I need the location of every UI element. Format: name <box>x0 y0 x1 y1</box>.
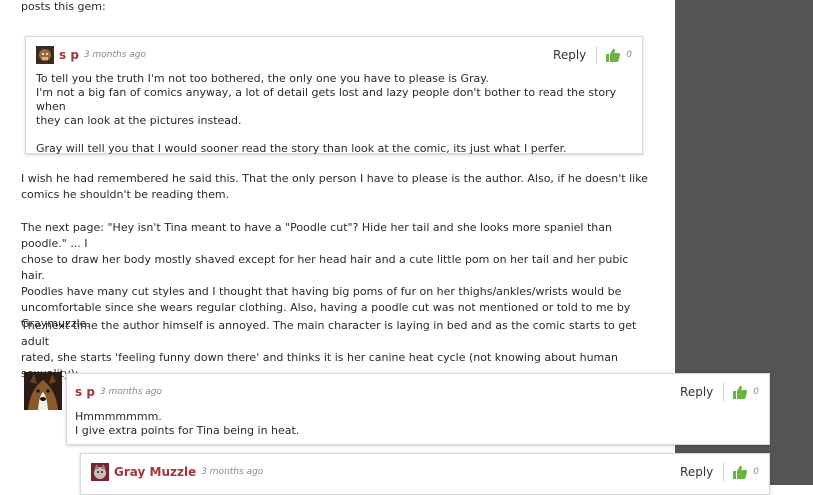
paragraph-line: comics he shouldn't be reading them. <box>21 188 230 201</box>
comment-actions: Reply 0 <box>680 383 759 401</box>
divider <box>596 46 598 64</box>
reply-button[interactable]: Reply <box>680 385 713 399</box>
body-paragraph: The next page: "Hey isn't Tina meant to … <box>21 220 651 332</box>
body-paragraph: I wish he had remembered he said this. T… <box>21 171 651 203</box>
paragraph-line: The next time the author himself is anno… <box>21 319 637 348</box>
comment-time: 3 months ago <box>99 387 163 397</box>
divider <box>723 463 725 481</box>
reply-button[interactable]: Reply <box>553 48 586 62</box>
comment-line: they can look at the pictures instead. <box>36 114 242 127</box>
like-count: 0 <box>753 467 759 477</box>
paragraph-line: uncomfortable since she wears regular cl… <box>21 301 631 314</box>
comment-author[interactable]: Gray Muzzle <box>114 465 196 479</box>
comment-card: s p 3 months ago Reply 0 To tell you the… <box>25 36 643 156</box>
comment-line: I'm not a big fan of comics anyway, a lo… <box>36 86 617 113</box>
comment-actions: Reply 0 <box>680 463 759 481</box>
comment-line: To tell you the truth I'm not too bother… <box>36 72 489 85</box>
comment-card: s p 3 months ago Reply 0 Hmmmmmmm. I giv… <box>66 373 770 445</box>
comment-header: Gray Muzzle 3 months ago <box>91 462 263 482</box>
avatar-icon[interactable] <box>24 372 62 410</box>
avatar-icon[interactable] <box>91 463 109 481</box>
avatar-icon[interactable] <box>36 46 54 64</box>
comment-body: To tell you the truth I'm not too bother… <box>36 72 632 156</box>
comment-author[interactable]: s p <box>59 48 79 62</box>
comment-time: 3 months ago <box>201 467 264 477</box>
thumbs-up-icon[interactable] <box>605 47 621 63</box>
paragraph-line: Poodles have many cut styles and I thoug… <box>21 285 622 298</box>
comment-line: I give extra points for Tina being in he… <box>75 424 300 437</box>
paragraph-line: chose to draw her body mostly shaved exc… <box>21 253 629 282</box>
comment-line: Gray will tell you that I would sooner r… <box>36 142 567 155</box>
reply-button[interactable]: Reply <box>680 465 713 479</box>
comment-author[interactable]: s p <box>75 385 95 399</box>
divider <box>723 383 725 401</box>
comment-body: Hmmmmmmm. I give extra points for Tina b… <box>75 410 759 438</box>
intro-text: posts this gem: <box>21 0 106 13</box>
comment-actions: Reply 0 <box>553 46 632 64</box>
like-count: 0 <box>626 50 632 60</box>
comment-header: s p 3 months ago <box>75 382 162 402</box>
comment-card: Gray Muzzle 3 months ago Reply 0 <box>80 453 770 495</box>
comment-line: Hmmmmmmm. <box>75 410 162 423</box>
thumbs-up-icon[interactable] <box>732 384 748 400</box>
comment-time: 3 months ago <box>83 50 147 60</box>
like-count: 0 <box>753 387 759 397</box>
paragraph-line: The next page: "Hey isn't Tina meant to … <box>21 221 612 250</box>
comment-header: s p 3 months ago <box>36 45 146 65</box>
paragraph-line: I wish he had remembered he said this. T… <box>21 172 648 185</box>
thumbs-up-icon[interactable] <box>732 464 748 480</box>
